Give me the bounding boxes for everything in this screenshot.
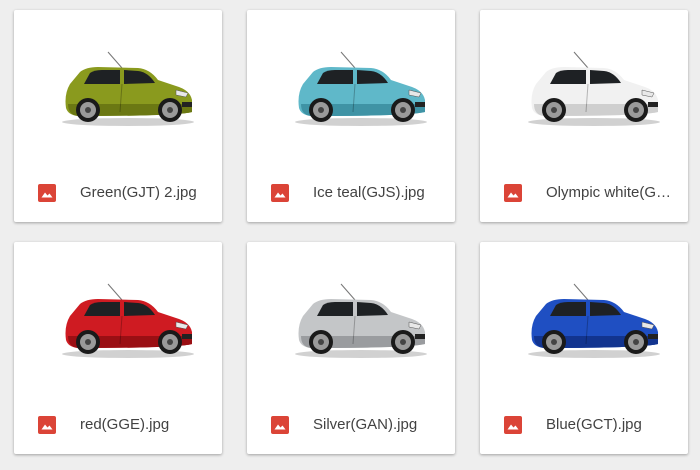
file-name: Ice teal(GJS).jpg: [313, 184, 425, 201]
file-card-footer: Blue(GCT).jpg: [480, 392, 688, 454]
file-card-footer: Silver(GAN).jpg: [247, 392, 455, 454]
file-grid: Green(GJT) 2.jpg Ice teal(GJS).jpg Olymp…: [0, 0, 700, 470]
image-file-icon: [504, 416, 522, 434]
file-name: red(GGE).jpg: [80, 416, 170, 433]
image-file-icon: [271, 416, 289, 434]
file-card[interactable]: red(GGE).jpg: [14, 242, 222, 454]
file-card[interactable]: Blue(GCT).jpg: [480, 242, 688, 454]
file-name: Green(GJT) 2.jpg: [80, 184, 197, 201]
image-thumbnail: [14, 242, 222, 392]
car-image: [62, 283, 194, 358]
file-name: Blue(GCT).jpg: [546, 416, 642, 433]
file-card[interactable]: Green(GJT) 2.jpg: [14, 10, 222, 222]
file-card-footer: Ice teal(GJS).jpg: [247, 160, 455, 222]
image-thumbnail: [480, 242, 688, 392]
image-file-icon: [504, 184, 522, 202]
image-thumbnail: [480, 10, 688, 160]
image-thumbnail: [247, 10, 455, 160]
file-card-footer: red(GGE).jpg: [14, 392, 222, 454]
file-card-footer: Olympic white(GAZ).jpg: [480, 160, 688, 222]
file-name: Olympic white(GAZ).jpg: [546, 184, 678, 201]
car-image: [528, 51, 660, 126]
image-file-icon: [38, 184, 56, 202]
file-card[interactable]: Ice teal(GJS).jpg: [247, 10, 455, 222]
car-image: [528, 283, 660, 358]
image-thumbnail: [247, 242, 455, 392]
file-card-footer: Green(GJT) 2.jpg: [14, 160, 222, 222]
car-image: [295, 283, 427, 358]
car-image: [295, 51, 427, 126]
image-file-icon: [271, 184, 289, 202]
file-card[interactable]: Silver(GAN).jpg: [247, 242, 455, 454]
image-file-icon: [38, 416, 56, 434]
car-image: [62, 51, 194, 126]
image-thumbnail: [14, 10, 222, 160]
file-card[interactable]: Olympic white(GAZ).jpg: [480, 10, 688, 222]
file-name: Silver(GAN).jpg: [313, 416, 418, 433]
